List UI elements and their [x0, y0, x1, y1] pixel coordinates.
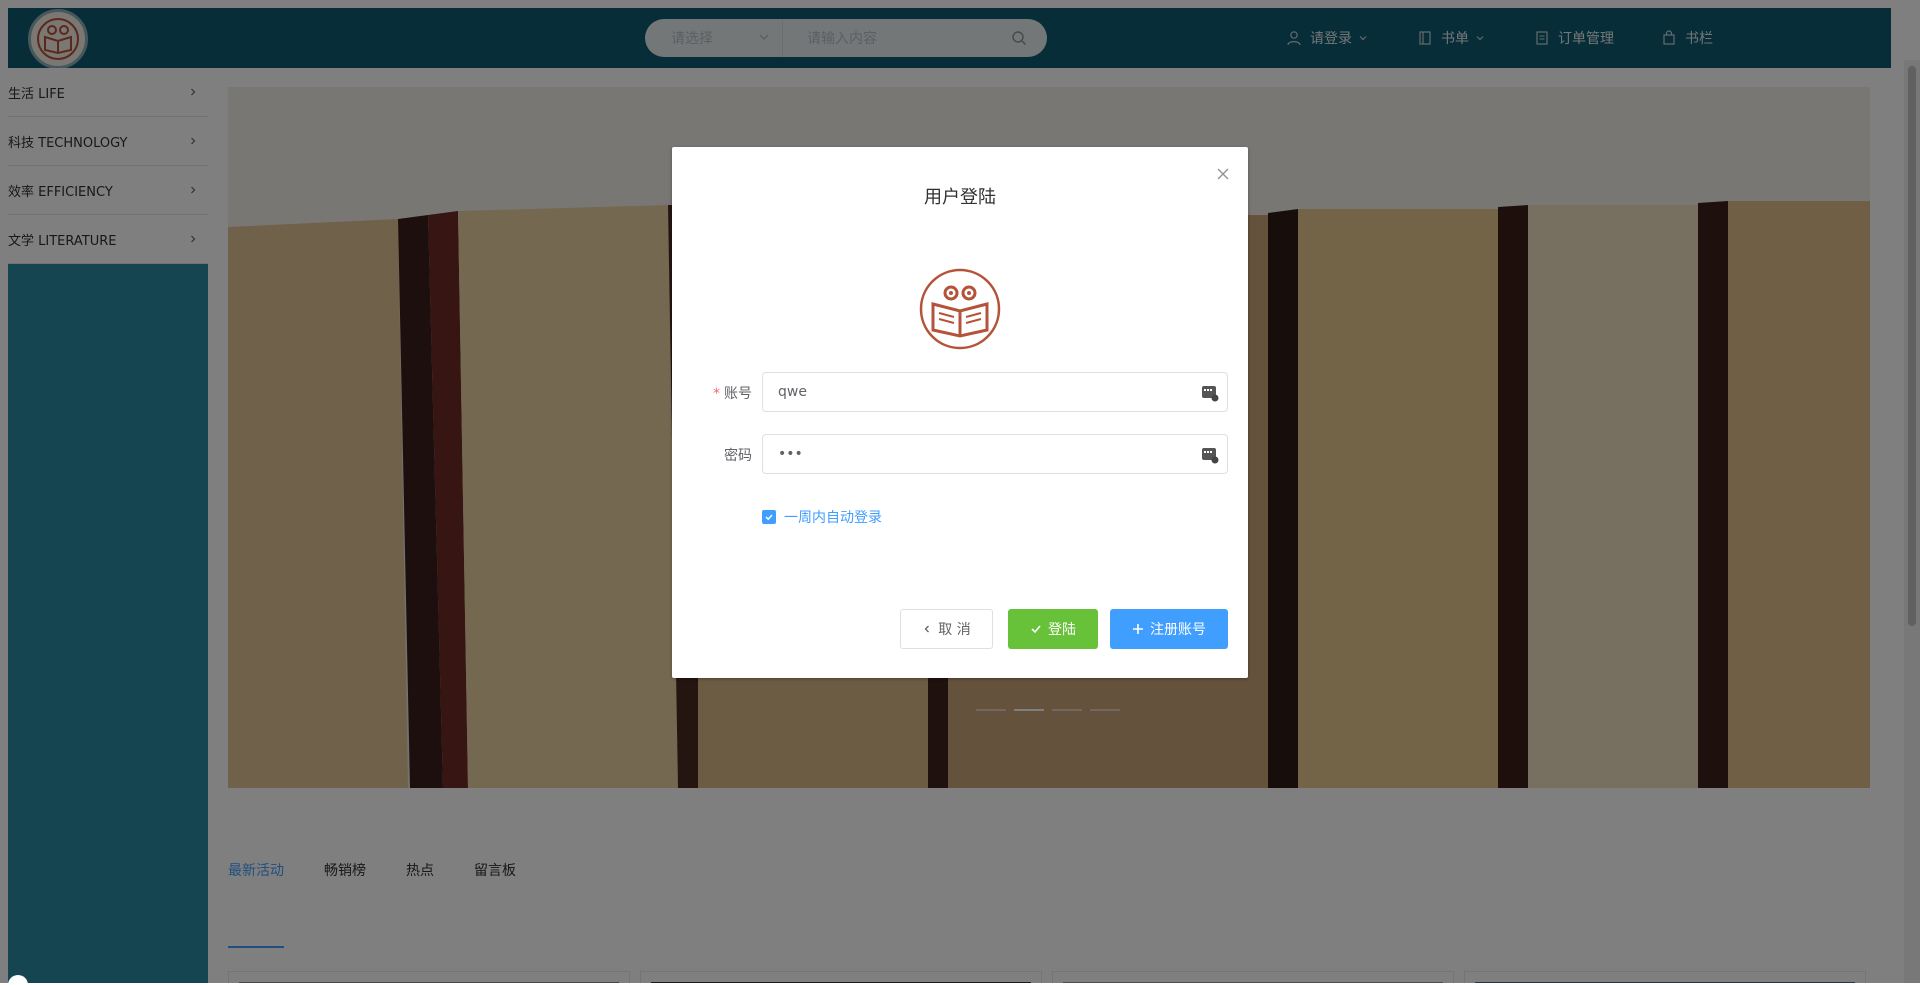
- password-manager-icon[interactable]: [1201, 384, 1219, 402]
- account-input[interactable]: qwe: [762, 372, 1228, 412]
- remember-me-label[interactable]: 一周内自动登录: [784, 507, 882, 527]
- plus-icon: [1133, 624, 1143, 634]
- account-value: qwe: [778, 384, 807, 400]
- login-button[interactable]: 登陆: [1008, 609, 1098, 649]
- register-label: 注册账号: [1150, 622, 1206, 638]
- check-icon: [1031, 625, 1041, 634]
- password-value: •••: [778, 446, 803, 462]
- account-row: * 账号 qwe: [672, 372, 1248, 412]
- dialog-title: 用户登陆: [924, 187, 996, 208]
- remember-me-checkbox[interactable]: 一周内自动登录: [762, 507, 882, 527]
- password-manager-icon[interactable]: [1201, 446, 1219, 464]
- password-label: 密码: [724, 448, 752, 464]
- checkbox-checked-icon[interactable]: [762, 510, 776, 524]
- account-label-text: 账号: [724, 386, 752, 402]
- register-button[interactable]: 注册账号: [1110, 609, 1228, 649]
- cancel-button[interactable]: 取 消: [900, 609, 993, 649]
- close-icon[interactable]: [1216, 167, 1230, 181]
- password-input[interactable]: •••: [762, 434, 1228, 474]
- owl-book-logo-icon: [919, 268, 1001, 350]
- password-row: 密码 •••: [672, 434, 1248, 474]
- login-label: 登陆: [1048, 622, 1076, 638]
- login-dialog: 用户登陆 * 账号 qwe 密码 ••• 一周内自动登录 取 消 登陆 注册账号: [672, 147, 1248, 678]
- account-label: * 账号: [713, 386, 752, 402]
- chevron-left-icon: [924, 625, 930, 633]
- cancel-label: 取 消: [938, 622, 971, 638]
